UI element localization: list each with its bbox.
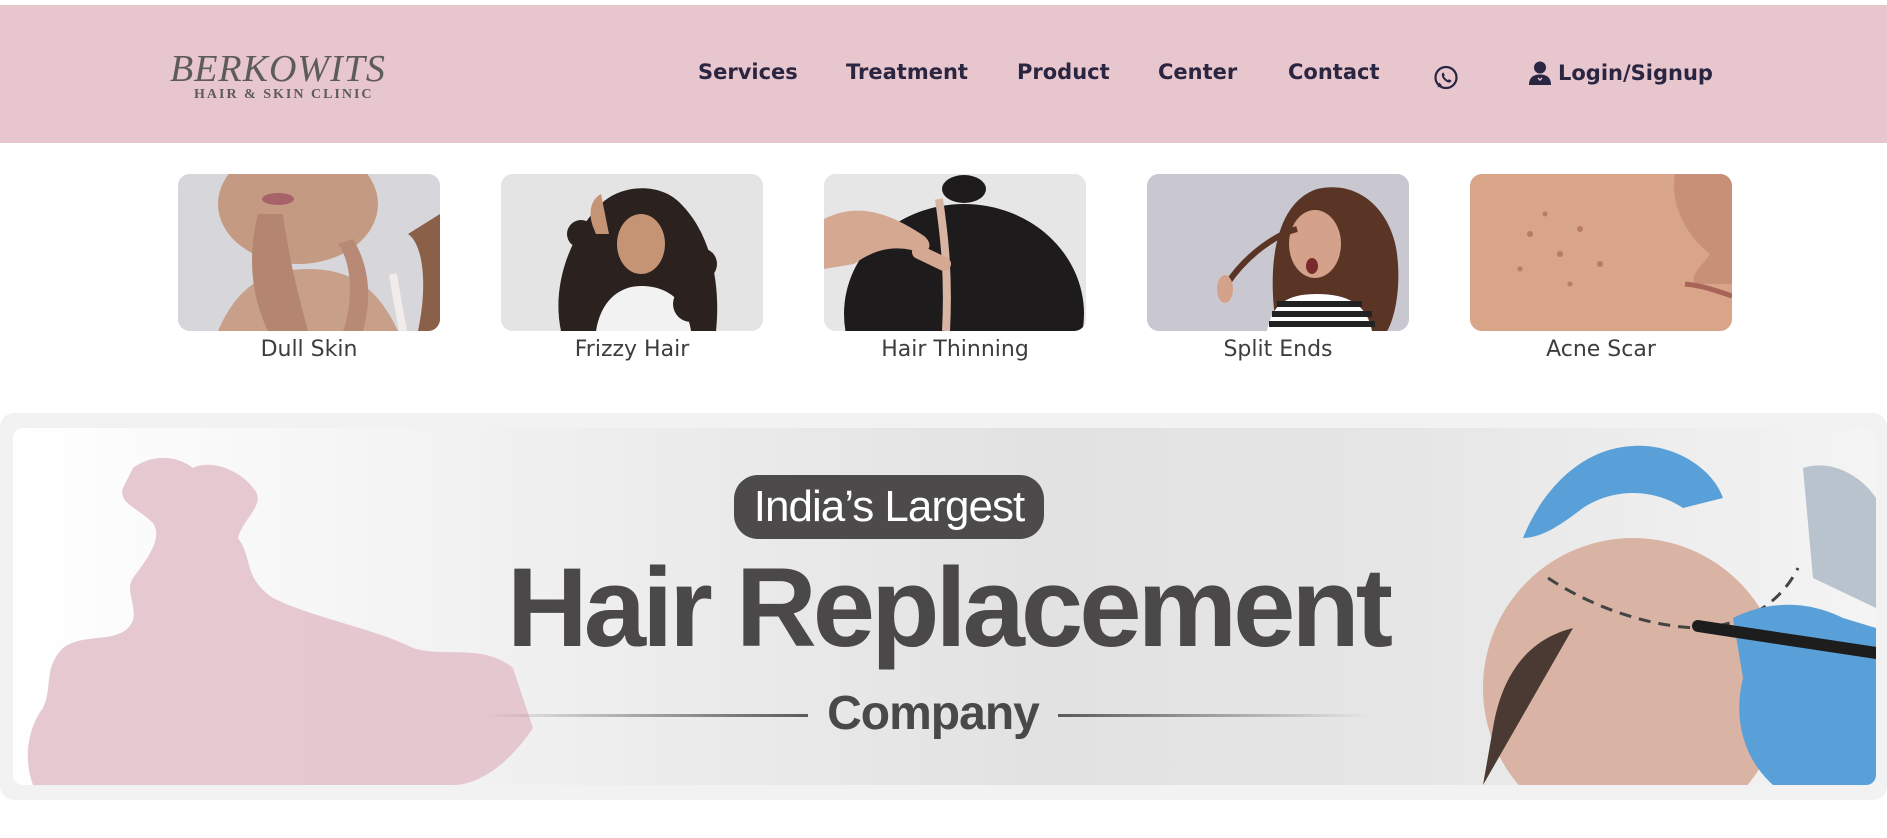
frizzy-hair-image bbox=[501, 174, 763, 331]
concern-card-split-ends[interactable]: Split Ends bbox=[1147, 174, 1409, 362]
nav-center[interactable]: Center bbox=[1158, 60, 1237, 84]
acne-scar-image bbox=[1470, 174, 1732, 331]
whatsapp-icon[interactable] bbox=[1433, 65, 1459, 91]
nav-treatment[interactable]: Treatment bbox=[846, 60, 968, 84]
split-ends-image bbox=[1147, 174, 1409, 331]
login-signup-link[interactable]: Login/Signup bbox=[1528, 60, 1713, 86]
user-icon bbox=[1529, 61, 1551, 85]
concern-card-acne-scar[interactable]: Acne Scar bbox=[1470, 174, 1732, 362]
concern-label: Acne Scar bbox=[1546, 337, 1656, 362]
concern-card-dull-skin[interactable]: Dull Skin bbox=[178, 174, 440, 362]
india-map-graphic bbox=[27, 457, 533, 785]
glove-top-graphic bbox=[1523, 445, 1723, 538]
concern-label: Frizzy Hair bbox=[574, 337, 690, 362]
login-label: Login/Signup bbox=[1558, 61, 1713, 85]
concern-card-hair-thinning[interactable]: Hair Thinning bbox=[824, 174, 1086, 362]
doctor-coat-graphic bbox=[1803, 465, 1876, 608]
nav-product[interactable]: Product bbox=[1017, 60, 1110, 84]
main-nav: Services Treatment Product Center Contac… bbox=[0, 5, 1887, 143]
concern-label: Hair Thinning bbox=[881, 337, 1029, 362]
dull-skin-image bbox=[178, 174, 440, 331]
concern-label: Dull Skin bbox=[260, 337, 358, 362]
nav-services[interactable]: Services bbox=[698, 60, 798, 84]
hero-banner[interactable]: India’s Largest Hair Replacement Company bbox=[13, 428, 1876, 785]
site-header: BERKOWITS HAIR & SKIN CLINIC Services Tr… bbox=[0, 5, 1887, 143]
banner-headline: Hair Replacement bbox=[506, 545, 1393, 670]
banner-pill-text: India’s Largest bbox=[753, 482, 1025, 531]
concern-card-frizzy-hair[interactable]: Frizzy Hair bbox=[501, 174, 763, 362]
concern-label: Split Ends bbox=[1223, 337, 1333, 362]
banner-pill: India’s Largest bbox=[734, 475, 1044, 539]
hair-thinning-image bbox=[824, 174, 1086, 331]
concern-carousel: Dull Skin Frizzy Hair Hair Thinning Spli… bbox=[0, 174, 1887, 374]
nav-contact[interactable]: Contact bbox=[1288, 60, 1380, 84]
banner-subhead: Company bbox=[827, 687, 1040, 740]
subhead-rule-right bbox=[1058, 714, 1368, 717]
subhead-rule-left bbox=[483, 714, 808, 717]
